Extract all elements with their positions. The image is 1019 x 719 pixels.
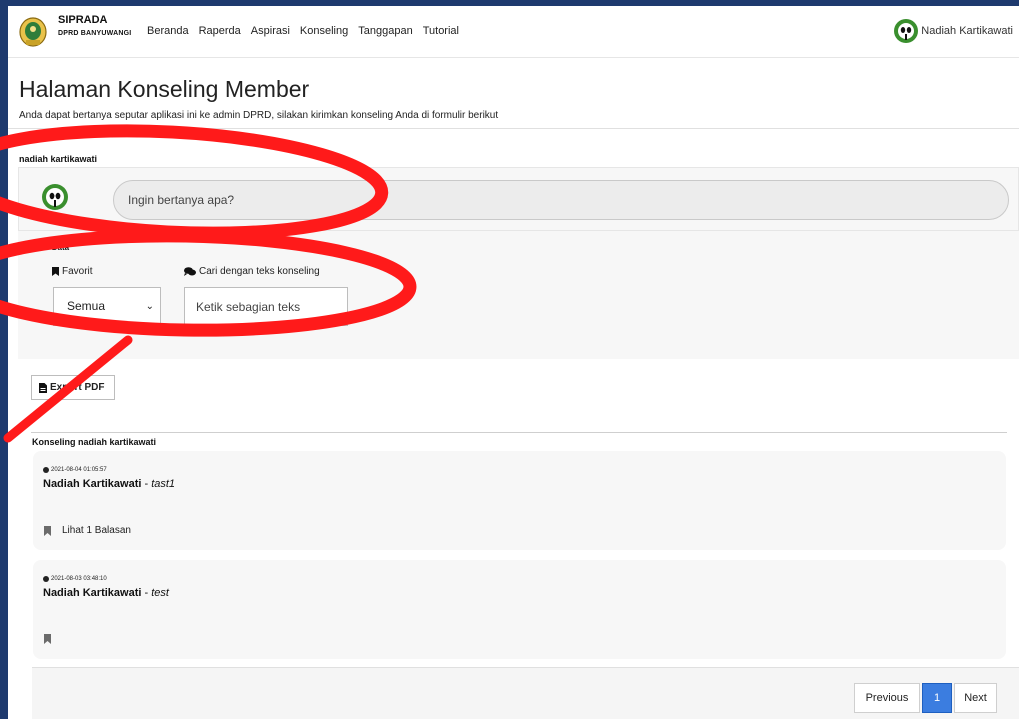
filter-title: Filter Data <box>30 243 70 252</box>
list-title: Konseling nadiah kartikawati <box>32 437 157 447</box>
ask-section-name: nadiah kartikawati <box>19 154 98 164</box>
favorite-label-text: Favorit <box>62 266 93 277</box>
previous-page-button[interactable]: Previous <box>854 683 920 713</box>
brand-subtitle: DPRD BANYUWANGI <box>58 30 132 37</box>
dprd-logo-icon[interactable] <box>18 16 48 48</box>
export-pdf-button[interactable]: Export PDF <box>31 375 115 400</box>
user-menu[interactable]: Nadiah Kartikawati <box>893 18 1013 44</box>
bookmark-icon <box>52 267 59 276</box>
bookmark-icon[interactable] <box>44 634 51 644</box>
page-number-button[interactable]: 1 <box>922 683 952 713</box>
favorite-select[interactable]: Semua ⌄ <box>53 287 161 326</box>
clock-icon <box>43 576 49 582</box>
item-time: 2021-08-04 01:05:57 <box>43 467 107 473</box>
navbar: SIPRADA DPRD BANYUWANGI Beranda Raperda … <box>8 6 1019 58</box>
nav-link-beranda[interactable]: Beranda <box>147 25 189 37</box>
ask-question-input[interactable] <box>113 180 1009 220</box>
item-separator: - <box>141 478 152 490</box>
pdf-file-icon <box>39 382 47 393</box>
item-time-text: 2021-08-03 03:48:10 <box>51 576 107 582</box>
favorite-label: Favorit <box>52 266 93 277</box>
nav-link-raperda[interactable]: Raperda <box>199 25 241 37</box>
item-footer: Lihat 1 Balasan <box>44 525 131 536</box>
comments-icon <box>184 267 196 276</box>
item-time: 2021-08-03 03:48:10 <box>43 576 107 582</box>
app-frame: SIPRADA DPRD BANYUWANGI Beranda Raperda … <box>0 0 1019 719</box>
item-header: Nadiah Kartikawati - tast1 <box>43 478 175 490</box>
user-avatar-icon <box>894 19 919 43</box>
nav-link-tanggapan[interactable]: Tanggapan <box>358 25 412 37</box>
item-footer <box>44 634 62 644</box>
export-pdf-label: Export PDF <box>50 382 105 393</box>
view-replies-link[interactable]: Lihat 1 Balasan <box>62 525 131 536</box>
page-title: Halaman Konseling Member <box>19 76 310 102</box>
nav-link-tutorial[interactable]: Tutorial <box>423 25 459 37</box>
item-message: tast1 <box>151 478 176 490</box>
nav-link-konseling[interactable]: Konseling <box>300 25 348 37</box>
nav-links: Beranda Raperda Aspirasi Konseling Tangg… <box>147 25 469 37</box>
item-time-text: 2021-08-04 01:05:57 <box>51 467 107 473</box>
item-header: Nadiah Kartikawati - test <box>43 587 169 599</box>
brand[interactable]: SIPRADA DPRD BANYUWANGI <box>58 14 132 38</box>
page-description: Anda dapat bertanya seputar aplikasi ini… <box>19 110 499 121</box>
search-text-input[interactable] <box>184 287 348 326</box>
item-author: Nadiah Kartikawati <box>43 478 142 490</box>
nav-link-aspirasi[interactable]: Aspirasi <box>251 25 290 37</box>
divider <box>8 128 1019 129</box>
search-label: Cari dengan teks konseling <box>184 266 320 277</box>
item-message: test <box>151 587 169 599</box>
clock-icon <box>43 467 49 473</box>
filter-card: Filter Data Favorit Cari dengan teks kon… <box>18 231 1019 359</box>
search-label-text: Cari dengan teks konseling <box>199 266 320 277</box>
favorite-select-value: Semua <box>67 299 106 313</box>
item-separator: - <box>141 587 152 599</box>
ask-avatar-icon <box>42 184 68 210</box>
konseling-item[interactable]: 2021-08-03 03:48:10 Nadiah Kartikawati -… <box>33 560 1006 659</box>
pagination-bar: Previous 1 Next <box>32 667 1019 719</box>
bookmark-icon[interactable] <box>44 525 51 536</box>
brand-name: SIPRADA <box>58 14 108 26</box>
next-page-button[interactable]: Next <box>954 683 997 713</box>
chevron-down-icon: ⌄ <box>145 301 154 312</box>
ask-card <box>18 167 1019 231</box>
konseling-item[interactable]: 2021-08-04 01:05:57 Nadiah Kartikawati -… <box>33 451 1006 550</box>
list-divider <box>31 432 1007 433</box>
item-author: Nadiah Kartikawati <box>43 587 142 599</box>
user-name: Nadiah Kartikawati <box>921 25 1013 37</box>
